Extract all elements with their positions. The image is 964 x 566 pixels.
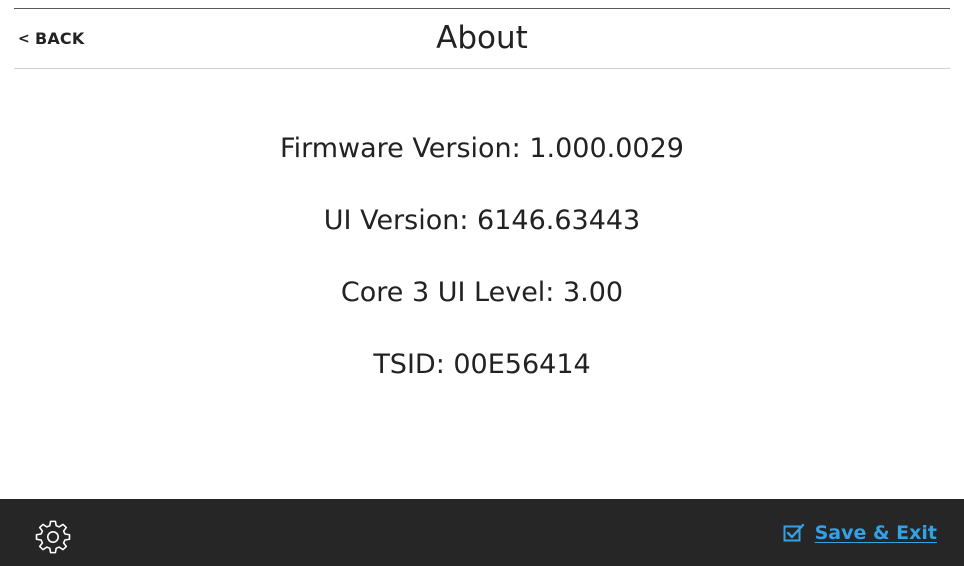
back-button-label: BACK bbox=[34, 29, 85, 48]
checkbox-checked-icon bbox=[783, 523, 804, 541]
footer-bar: Save & Exit bbox=[0, 499, 964, 566]
header-bar: < BACK About bbox=[0, 9, 964, 68]
page-title: About bbox=[436, 20, 528, 56]
header-divider bbox=[14, 68, 950, 69]
save-and-exit-button[interactable]: Save & Exit bbox=[783, 499, 937, 566]
ui-version: UI Version: 6146.63443 bbox=[323, 205, 641, 236]
chevron-left-icon: < bbox=[18, 30, 30, 47]
back-button[interactable]: < BACK bbox=[18, 9, 84, 68]
save-and-exit-label: Save & Exit bbox=[814, 521, 937, 544]
core3-ui-level: Core 3 UI Level: 3.00 bbox=[340, 277, 624, 308]
firmware-version: Firmware Version: 1.000.0029 bbox=[280, 133, 684, 164]
gear-icon[interactable] bbox=[35, 520, 71, 556]
about-info-list: Firmware Version: 1.000.0029 UI Version:… bbox=[0, 113, 964, 401]
tsid: TSID: 00E56414 bbox=[373, 349, 591, 380]
